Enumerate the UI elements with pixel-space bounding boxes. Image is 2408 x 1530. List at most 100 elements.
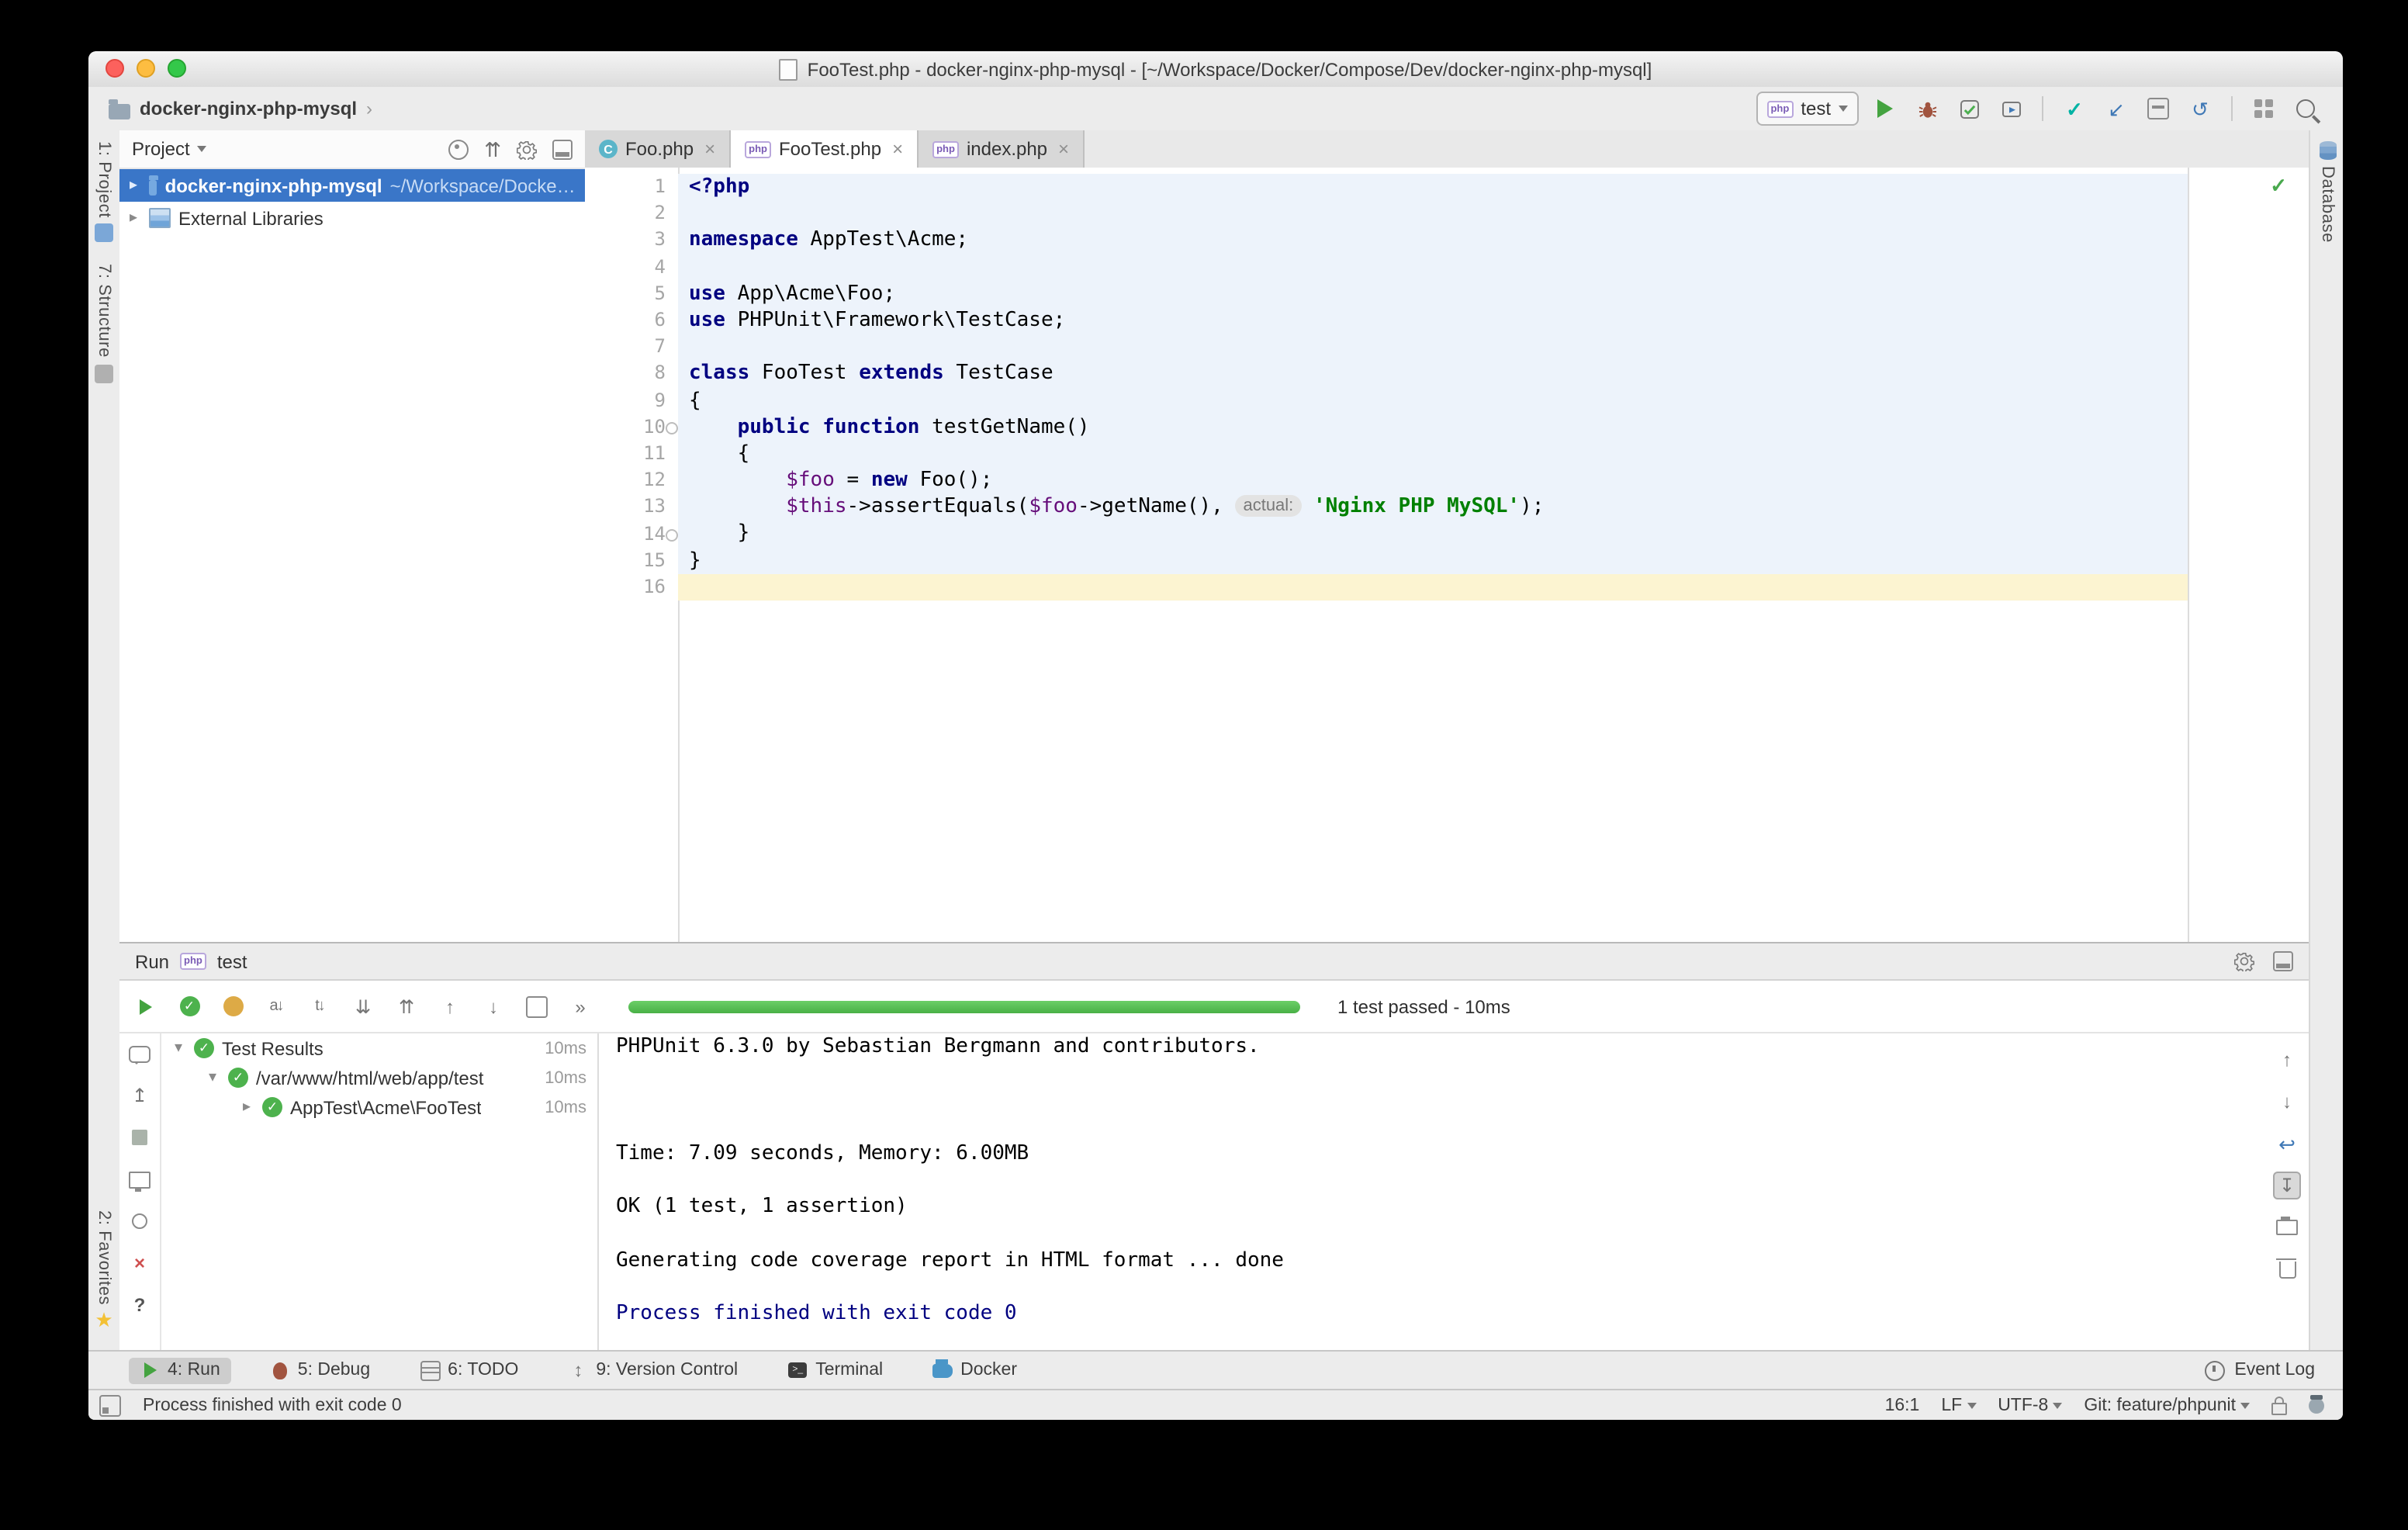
editor-tab-index-php[interactable]: phpindex.php× <box>919 130 1085 168</box>
event-log-button[interactable]: Event Log <box>2194 1357 2343 1383</box>
collapse-icon[interactable]: ▾ <box>171 1040 186 1057</box>
shelf-icon <box>2147 98 2169 119</box>
vcs-shelf-button[interactable] <box>2143 93 2174 124</box>
stripe-button-structure[interactable]: 7: Structure <box>88 254 119 394</box>
help-button[interactable]: ? <box>126 1291 154 1319</box>
expand-icon[interactable]: ▸ <box>126 209 141 227</box>
layout-button[interactable] <box>2248 93 2279 124</box>
code-area[interactable]: <?php namespace AppTest\Acme; use App\Ac… <box>678 174 2188 601</box>
more-actions-button[interactable]: » <box>566 992 594 1020</box>
tool-window-button-label: 5: Debug <box>298 1361 370 1379</box>
chevron-down-icon <box>2240 1402 2250 1408</box>
profile-button[interactable] <box>1995 93 2026 124</box>
encoding-widget[interactable]: UTF-8 <box>1998 1396 2062 1414</box>
code-token: ->getName(), <box>1078 496 1236 519</box>
tool-window-button-run[interactable]: 4: Run <box>129 1357 231 1383</box>
project-panel-title[interactable]: Project <box>132 138 190 160</box>
read-only-lock-icon[interactable] <box>2271 1402 2287 1414</box>
scroll-from-source-button[interactable] <box>448 139 469 159</box>
close-window-button[interactable] <box>106 59 124 78</box>
close-icon[interactable]: × <box>704 138 715 160</box>
code-editor[interactable]: 12345678910111213141516 <?php namespace … <box>585 168 2309 942</box>
run-button[interactable] <box>1870 93 1901 124</box>
expand-icon[interactable]: ▸ <box>126 177 141 194</box>
test-tree-row[interactable]: ▸✓AppTest\Acme\FooTest10ms <box>161 1092 599 1122</box>
zoom-window-button[interactable] <box>168 59 186 78</box>
panel-splitter[interactable] <box>597 1033 599 1352</box>
vcs-rollback-button[interactable]: ↺ <box>2185 93 2216 124</box>
chevron-down-icon[interactable] <box>198 146 207 152</box>
toggle-tool-window-bars-button[interactable] <box>99 1394 121 1416</box>
external-libraries-row[interactable]: ▸ External Libraries <box>119 202 585 234</box>
sort-duration-icon: t↓ <box>315 998 324 1015</box>
import-test-results-button[interactable]: ↥ <box>126 1082 154 1109</box>
scroll-down-button[interactable]: ↓ <box>2273 1088 2301 1116</box>
tool-window-button-terminal[interactable]: >_Terminal <box>777 1357 894 1383</box>
stripe-button-project[interactable]: 1: Project <box>88 130 119 254</box>
breadcrumb-project[interactable]: docker-nginx-php-mysql <box>140 98 357 119</box>
stop-button[interactable] <box>126 1123 154 1151</box>
tool-window-button-docker[interactable]: Docker <box>922 1357 1028 1383</box>
vcs-commit-button[interactable]: ✓ <box>2059 93 2090 124</box>
star-icon: ★ <box>95 1311 112 1330</box>
code-line-10: public function testGetName() <box>678 414 2188 440</box>
line-number: 9 <box>585 387 666 414</box>
tool-window-button-vcs[interactable]: ↕9: Version Control <box>557 1357 749 1383</box>
clear-all-button[interactable] <box>2273 1255 2301 1283</box>
next-failed-button[interactable]: ↓ <box>479 992 507 1020</box>
previous-failed-button[interactable]: ↑ <box>436 992 464 1020</box>
project-root-row[interactable]: ▸ docker-nginx-php-mysql ~/Workspace/Doc… <box>119 169 585 202</box>
fold-marker[interactable] <box>666 528 678 541</box>
test-tree-row[interactable]: ▾✓Test Results10ms <box>161 1033 599 1063</box>
statistics-button[interactable] <box>126 1040 154 1068</box>
sort-alphabetically-button[interactable]: a↓ <box>262 992 290 1020</box>
close-button[interactable]: × <box>126 1249 154 1277</box>
stripe-button-favorites[interactable]: 2: Favorites ★ <box>88 1199 119 1341</box>
expand-icon[interactable]: ▸ <box>239 1099 254 1116</box>
debug-button[interactable] <box>1912 93 1943 124</box>
vcs-update-button[interactable]: ↙ <box>2101 93 2132 124</box>
minimize-window-button[interactable] <box>137 59 155 78</box>
close-icon[interactable]: × <box>1058 138 1069 160</box>
hide-panel-button[interactable] <box>2273 951 2293 971</box>
soft-wrap-button[interactable]: ↩ <box>2273 1130 2301 1158</box>
caret-position-widget[interactable]: 16:1 <box>1885 1396 1920 1414</box>
pin-tab-button[interactable] <box>126 1207 154 1235</box>
collapse-all-button[interactable]: ⇈ <box>393 992 420 1020</box>
stripe-button-database[interactable]: Database <box>2310 130 2343 254</box>
git-branch-widget[interactable]: Git: feature/phpunit <box>2084 1396 2250 1414</box>
show-ignored-button[interactable] <box>219 992 247 1020</box>
tool-window-button-debug[interactable]: 5: Debug <box>259 1357 381 1383</box>
breadcrumb[interactable]: docker-nginx-php-mysql › <box>88 98 372 119</box>
test-history-button[interactable] <box>523 992 551 1020</box>
show-console-button[interactable] <box>126 1165 154 1193</box>
scroll-to-end-button[interactable]: ↧ <box>2273 1172 2301 1199</box>
close-icon[interactable]: × <box>892 138 903 160</box>
inspection-status-icon[interactable]: ✓ <box>2270 174 2287 199</box>
collapse-icon[interactable]: ▾ <box>205 1069 220 1086</box>
settings-button[interactable] <box>2234 951 2254 971</box>
editor-tab-foo-php[interactable]: CFoo.php× <box>585 130 731 168</box>
tool-window-button-todo[interactable]: 6: TODO <box>409 1357 529 1383</box>
print-button[interactable] <box>2273 1213 2301 1241</box>
line-separator-widget[interactable]: LF <box>1941 1396 1976 1414</box>
run-panel-title[interactable]: Run <box>135 950 169 972</box>
test-tree-row[interactable]: ▾✓/var/www/html/web/app/test10ms <box>161 1063 599 1092</box>
show-passed-button[interactable]: ✓ <box>175 992 203 1020</box>
fold-marker[interactable] <box>666 422 678 434</box>
hide-panel-button[interactable] <box>552 139 573 159</box>
run-config-select[interactable]: php test <box>1756 92 1859 126</box>
editor-tab-footest-php[interactable]: phpFooTest.php× <box>731 130 919 168</box>
close-icon: × <box>134 1252 145 1274</box>
collapse-all-button[interactable]: ⇈ <box>484 139 501 159</box>
run-with-coverage-button[interactable] <box>1953 93 1984 124</box>
expand-all-button[interactable]: ⇊ <box>349 992 377 1020</box>
title-bar[interactable]: FooTest.php - docker-nginx-php-mysql - [… <box>88 51 2343 88</box>
sort-by-duration-button[interactable]: t↓ <box>306 992 334 1020</box>
scroll-up-button[interactable]: ↑ <box>2273 1046 2301 1074</box>
console-output[interactable]: PHPUnit 6.3.0 by Sebastian Bergmann and … <box>605 1033 2276 1352</box>
settings-button[interactable] <box>517 139 537 159</box>
search-everywhere-button[interactable] <box>2290 93 2321 124</box>
inspections-hector-icon[interactable] <box>2309 1397 2324 1413</box>
rerun-button[interactable] <box>132 992 160 1020</box>
